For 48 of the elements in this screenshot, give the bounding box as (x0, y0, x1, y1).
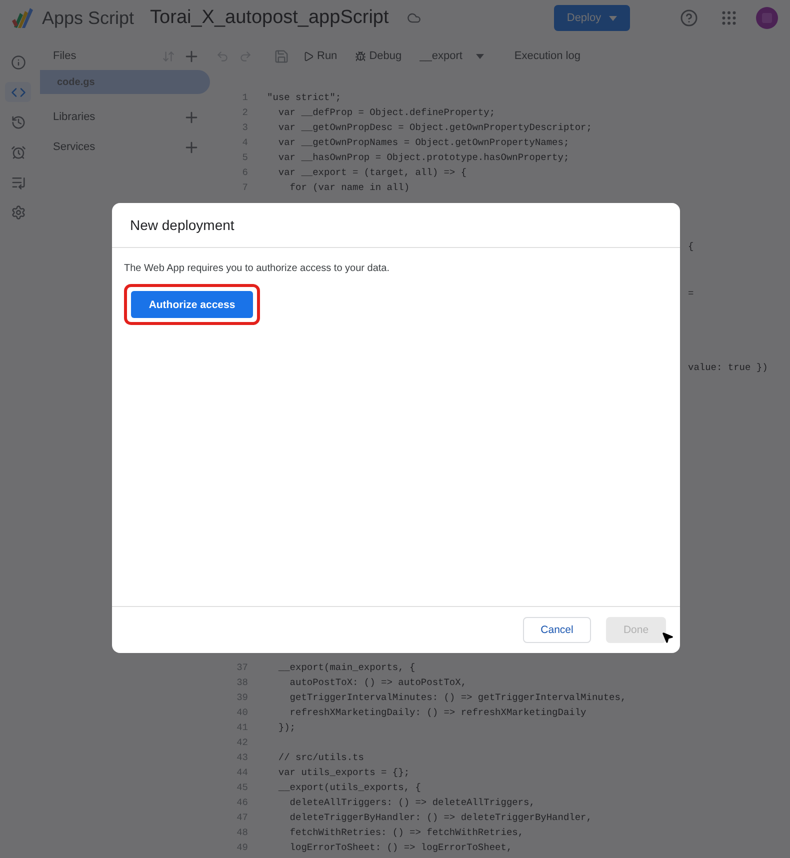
code-icon[interactable] (5, 82, 31, 102)
code-fragment: value: true }) (688, 361, 769, 375)
help-icon[interactable] (680, 9, 698, 27)
code-line: fetchWithRetries: () => fetchWithRetries, (288, 827, 524, 838)
run-button[interactable]: Run (299, 50, 342, 62)
apps-grid-icon[interactable] (720, 9, 738, 27)
app-name: Apps Script (42, 8, 134, 28)
dialog-message: The Web App requires you to authorize access to your data. (124, 263, 390, 274)
code-line: var __hasOwnProp = Object.prototype.hasOwnProperty; (277, 152, 570, 163)
caret-icon (609, 16, 618, 20)
code-line: deleteAllTriggers: () => deleteAllTriggers, (288, 797, 535, 808)
code-line: "use strict"; (267, 92, 342, 103)
code-line: var __getOwnPropDesc = Object.getOwnPropertyDescriptor; (277, 122, 592, 133)
code-line: getTriggerIntervalMinutes: () => getTriggerIntervalMinutes, (288, 692, 626, 703)
debug-button[interactable]: Debug (351, 50, 406, 62)
code-line: deleteTriggerByHandler: () => deleteTriggerByHandler, (288, 812, 592, 823)
code-fragment: { (688, 240, 695, 254)
code-line: var utils_exports = {}; (277, 767, 410, 778)
bug-icon (355, 50, 366, 62)
project-title[interactable]: Torai_X_autopost_appScript (150, 7, 389, 29)
code-line: refreshXMarketingDaily: () => refreshXMarketingDaily (288, 707, 586, 718)
code-line: __export(main_exports, { (277, 662, 416, 673)
code-fragment: = (688, 287, 695, 301)
code-line: var __export = (target, all) => { (277, 167, 467, 178)
play-icon (303, 50, 314, 62)
authorize-button[interactable]: Authorize access (131, 291, 253, 318)
code-line: }); (277, 722, 296, 733)
execution-log-button[interactable]: Execution log (510, 50, 584, 62)
code-line: for (var name in all) (288, 182, 410, 193)
caret-icon (476, 54, 484, 58)
section-label[interactable]: Services (53, 141, 183, 153)
cancel-button[interactable]: Cancel (523, 617, 591, 643)
files-label: Files (53, 50, 78, 62)
deploy-button[interactable]: Deploy (554, 5, 630, 31)
avatar[interactable] (756, 7, 778, 29)
code-line: var __defProp = Object.defineProperty; (277, 107, 496, 118)
code-line: autoPostToX: () => autoPostToX, (288, 677, 467, 688)
code-line: __export(utils_exports, { (277, 782, 421, 793)
save-icon[interactable] (274, 48, 289, 64)
cloud-icon (406, 11, 421, 25)
function-dropdown[interactable]: __export (416, 50, 488, 62)
code-line: var __getOwnPropNames = Object.getOwnPropertyNames; (277, 137, 570, 148)
dialog-title: New deployment (130, 217, 234, 233)
code-line: // src/utils.ts (277, 752, 364, 763)
code-line: logErrorToSheet: () => logErrorToSheet, (288, 842, 512, 853)
logo-icon (12, 7, 36, 29)
mouse-cursor-icon (661, 631, 674, 644)
section-label[interactable]: Libraries (53, 111, 183, 123)
